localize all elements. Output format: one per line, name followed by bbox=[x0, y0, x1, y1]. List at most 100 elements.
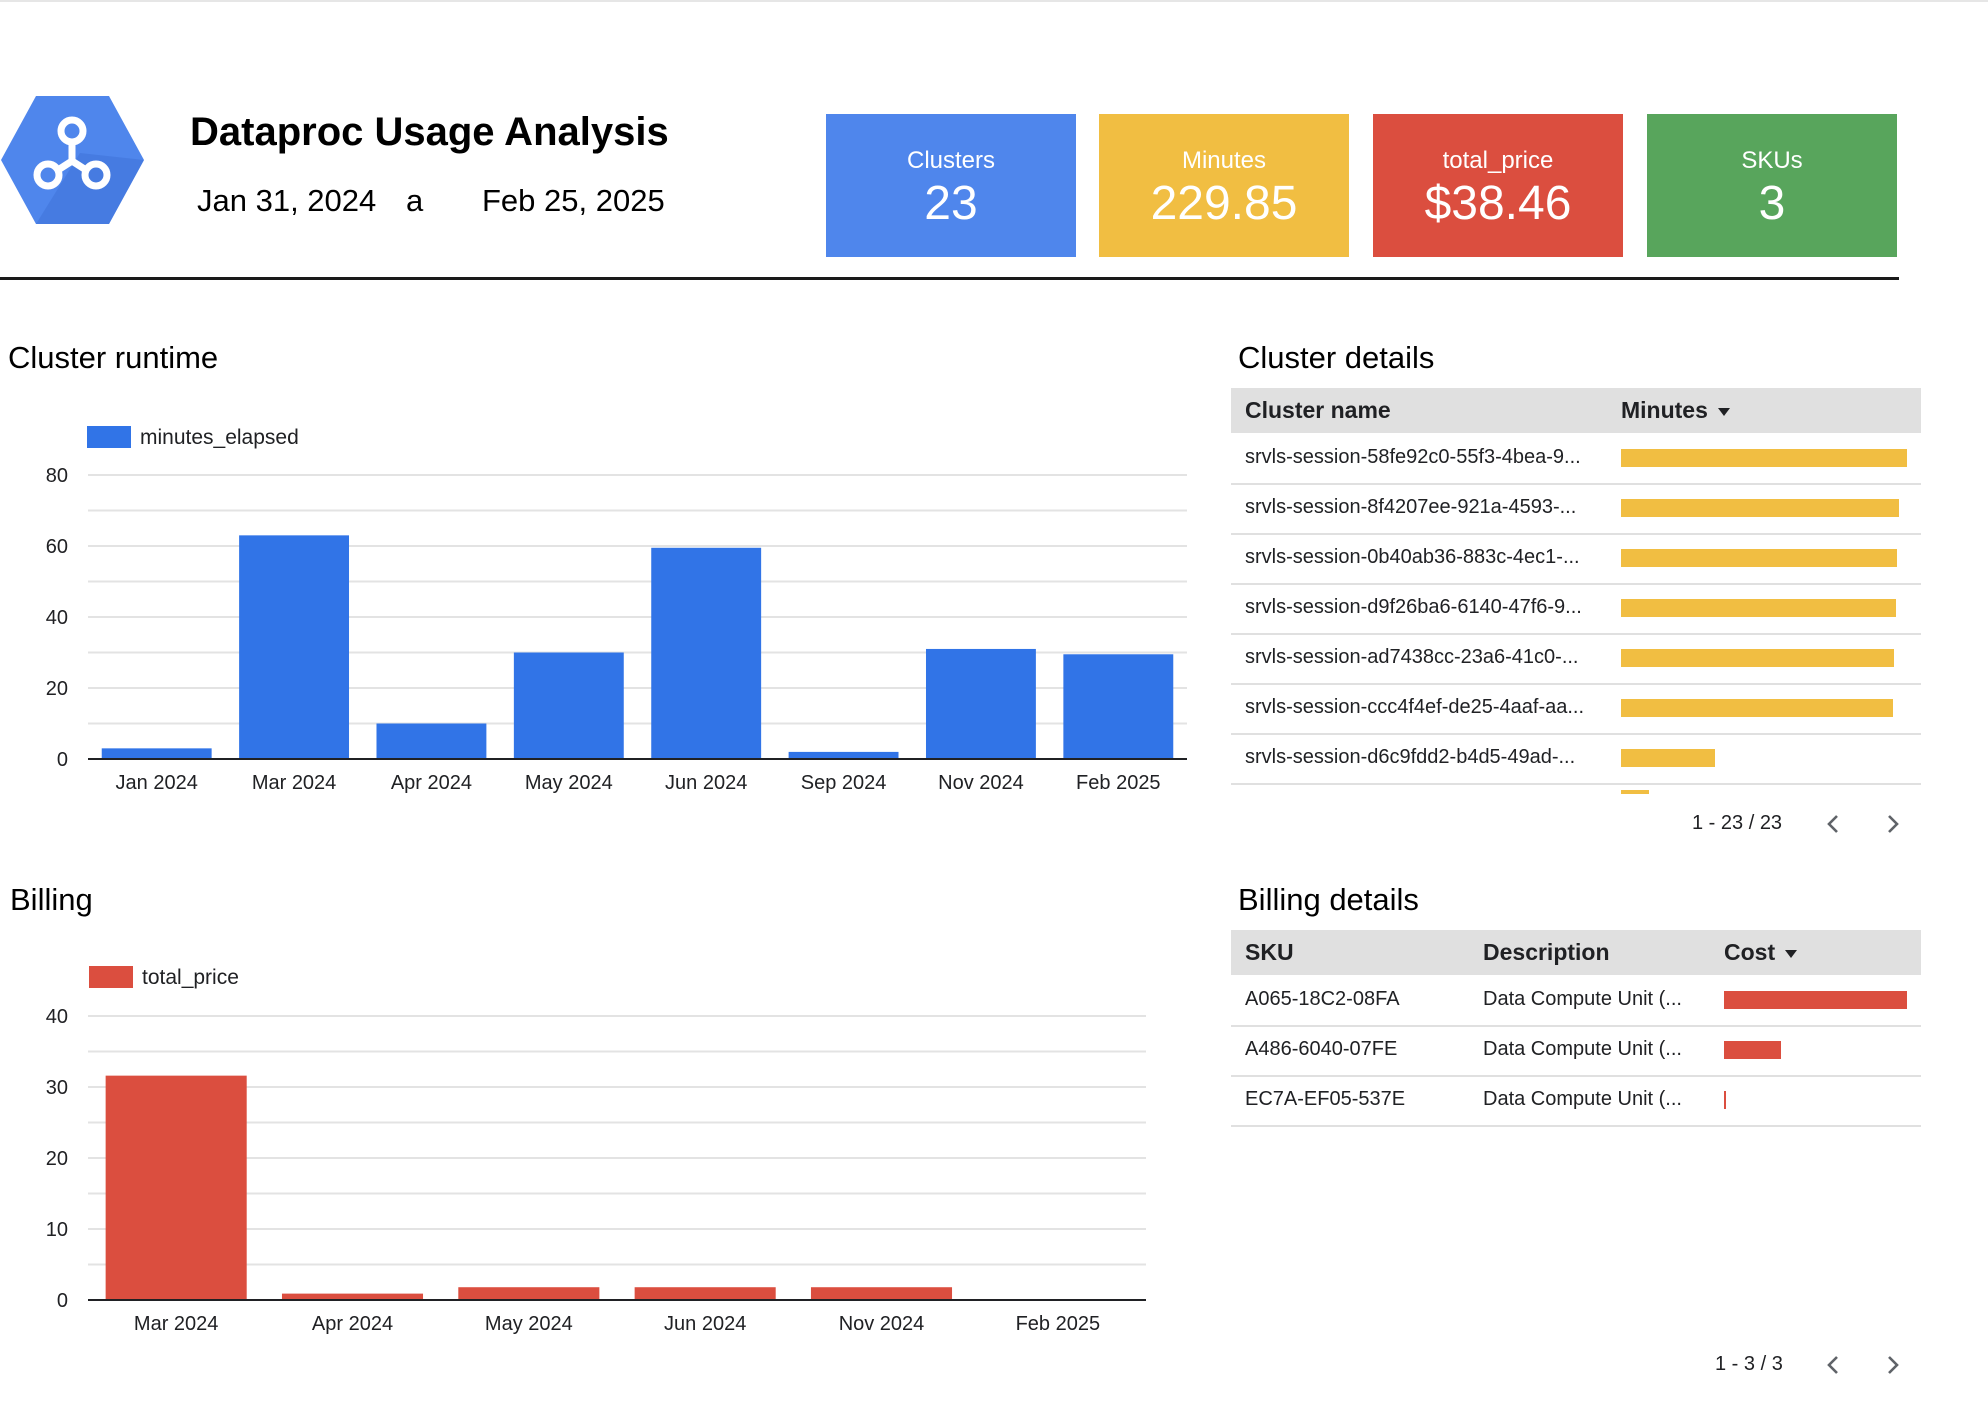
sku-cell: A065-18C2-08FA bbox=[1245, 988, 1400, 1010]
x-tick-label: Nov 2024 bbox=[938, 772, 1024, 794]
bar bbox=[925, 648, 1036, 759]
bar bbox=[788, 751, 899, 759]
date-range-separator: a bbox=[406, 183, 424, 218]
y-tick-label: 30 bbox=[46, 1077, 68, 1099]
table-row[interactable]: srvls-session-0b40ab36-883c-4ec1-... bbox=[1231, 533, 1921, 585]
kpi-value: $38.46 bbox=[1424, 177, 1572, 230]
bar bbox=[810, 1287, 953, 1300]
cluster-details-title: Cluster details bbox=[1238, 340, 1435, 375]
header-divider bbox=[0, 277, 1899, 280]
bar bbox=[101, 748, 212, 759]
col-header-cost[interactable]: Cost bbox=[1724, 939, 1798, 966]
sku-cell: A486-6040-07FE bbox=[1245, 1038, 1398, 1060]
table-header: Cluster name Minutes bbox=[1231, 388, 1921, 433]
col-header-sku[interactable]: SKU bbox=[1245, 939, 1294, 966]
kpi-label: total_price bbox=[1442, 147, 1554, 174]
cost-bar bbox=[1724, 1091, 1726, 1109]
x-tick-label: Jun 2024 bbox=[664, 1313, 746, 1335]
kpi-value: 3 bbox=[1758, 177, 1786, 230]
billing-details-table: SKU Description Cost A065-18C2-08FA Data … bbox=[1231, 930, 1921, 1130]
col-header-minutes[interactable]: Minutes bbox=[1621, 397, 1730, 424]
x-tick-label: Jun 2024 bbox=[665, 772, 747, 794]
x-tick-label: Mar 2024 bbox=[134, 1313, 219, 1335]
kpi-clusters-card: Clusters 23 bbox=[826, 114, 1076, 257]
table-row[interactable]: A486-6040-07FE Data Compute Unit (... bbox=[1231, 1025, 1921, 1077]
minutes-bar bbox=[1621, 599, 1896, 617]
partially-visible-row bbox=[1621, 790, 1649, 794]
col-header-cluster-name[interactable]: Cluster name bbox=[1245, 397, 1391, 424]
legend-swatch bbox=[87, 426, 131, 448]
x-tick-label: May 2024 bbox=[485, 1313, 573, 1335]
cost-bar bbox=[1724, 1041, 1781, 1059]
billing-table-pager: 1 - 3 / 3 bbox=[1715, 1353, 1783, 1375]
col-header-description[interactable]: Description bbox=[1483, 939, 1610, 966]
page-title: Dataproc Usage Analysis bbox=[190, 110, 669, 154]
table-row[interactable]: srvls-session-ccc4f4ef-de25-4aaf-aa... bbox=[1231, 683, 1921, 735]
x-tick-label: Feb 2025 bbox=[1016, 1313, 1101, 1335]
bar bbox=[458, 1287, 600, 1300]
cluster-name-cell: srvls-session-58fe92c0-55f3-4bea-9... bbox=[1245, 446, 1581, 468]
y-tick-label: 80 bbox=[46, 465, 68, 487]
date-range-end[interactable]: Feb 25, 2025 bbox=[482, 183, 665, 219]
table-row[interactable]: srvls-session-58fe92c0-55f3-4bea-9... bbox=[1231, 433, 1921, 485]
legend-swatch bbox=[89, 966, 133, 988]
bar bbox=[513, 652, 624, 759]
cluster-table-pager: 1 - 23 / 23 bbox=[1692, 812, 1783, 834]
cluster-details-table: Cluster name Minutes srvls-session-58fe9… bbox=[1231, 388, 1921, 798]
minutes-bar bbox=[1621, 749, 1715, 767]
table-row[interactable]: srvls-session-d6c9fdd2-b4d5-49ad-... bbox=[1231, 733, 1921, 785]
prev-page-icon[interactable] bbox=[1818, 809, 1848, 839]
cluster-name-cell: srvls-session-0b40ab36-883c-4ec1-... bbox=[1245, 546, 1580, 568]
x-tick-label: Nov 2024 bbox=[839, 1313, 925, 1335]
x-tick-label: Sep 2024 bbox=[801, 772, 887, 794]
description-cell: Data Compute Unit (... bbox=[1483, 988, 1682, 1010]
bar bbox=[651, 547, 762, 759]
runtime-bar-chart[interactable]: 0 20 40 60 80 Jan 2024 Mar 2024 Apr 2024 May 202… bbox=[0, 410, 1200, 810]
table-row[interactable]: srvls-session-ad7438cc-23a6-41c0-... bbox=[1231, 633, 1921, 685]
cluster-name-cell: srvls-session-8f4207ee-921a-4593-... bbox=[1245, 496, 1577, 518]
legend-label: minutes_elapsed bbox=[140, 426, 299, 449]
bar bbox=[376, 723, 487, 759]
y-tick-label: 20 bbox=[46, 678, 68, 700]
description-cell: Data Compute Unit (... bbox=[1483, 1038, 1682, 1060]
kpi-label: Minutes bbox=[1181, 147, 1267, 174]
cost-bar bbox=[1724, 991, 1907, 1009]
cluster-name-cell: srvls-session-d6c9fdd2-b4d5-49ad-... bbox=[1245, 746, 1576, 768]
col-header-minutes-label: Minutes bbox=[1621, 397, 1708, 423]
bar bbox=[239, 535, 350, 759]
top-divider bbox=[0, 0, 1988, 2]
prev-page-icon[interactable] bbox=[1818, 1350, 1848, 1380]
kpi-label: SKUs bbox=[1741, 147, 1803, 174]
cluster-name-cell: srvls-session-d9f26ba6-6140-47f6-9... bbox=[1245, 596, 1582, 618]
minutes-bar bbox=[1621, 549, 1897, 567]
kpi-skus-card: SKUs 3 bbox=[1647, 114, 1897, 257]
kpi-minutes-card: Minutes 229.85 bbox=[1099, 114, 1349, 257]
y-tick-label: 10 bbox=[46, 1219, 68, 1241]
kpi-label: Clusters bbox=[906, 147, 996, 174]
table-row[interactable]: srvls-session-8f4207ee-921a-4593-... bbox=[1231, 483, 1921, 535]
sku-cell: EC7A-EF05-537E bbox=[1245, 1088, 1406, 1110]
x-tick-label: May 2024 bbox=[525, 772, 613, 794]
cluster-name-cell: srvls-session-ccc4f4ef-de25-4aaf-aa... bbox=[1245, 696, 1585, 718]
table-row[interactable]: A065-18C2-08FA Data Compute Unit (... bbox=[1231, 975, 1921, 1027]
minutes-bar bbox=[1621, 499, 1899, 517]
description-cell: Data Compute Unit (... bbox=[1483, 1088, 1682, 1110]
minutes-bar bbox=[1621, 699, 1893, 717]
table-header: SKU Description Cost bbox=[1231, 930, 1921, 975]
date-range-start[interactable]: Jan 31, 2024 bbox=[197, 183, 376, 219]
x-tick-label: Feb 2025 bbox=[1076, 772, 1161, 794]
dataproc-logo-icon bbox=[1, 96, 144, 224]
sort-desc-icon bbox=[1785, 949, 1798, 958]
y-tick-label: 0 bbox=[57, 749, 68, 771]
next-page-icon[interactable] bbox=[1878, 809, 1908, 839]
billing-details-title: Billing details bbox=[1238, 882, 1419, 917]
col-header-cost-label: Cost bbox=[1724, 939, 1776, 965]
minutes-bar bbox=[1621, 449, 1907, 467]
x-tick-label: Apr 2024 bbox=[391, 772, 472, 794]
table-row[interactable]: EC7A-EF05-537E Data Compute Unit (... bbox=[1231, 1075, 1921, 1127]
billing-chart-title: Billing bbox=[10, 882, 93, 917]
billing-bar-chart[interactable]: 0 10 20 30 40 Mar 2024 Apr 2024 May 2024 Jun 202… bbox=[0, 950, 1160, 1350]
next-page-icon[interactable] bbox=[1878, 1350, 1908, 1380]
y-tick-label: 60 bbox=[46, 536, 68, 558]
table-row[interactable]: srvls-session-d9f26ba6-6140-47f6-9... bbox=[1231, 583, 1921, 635]
